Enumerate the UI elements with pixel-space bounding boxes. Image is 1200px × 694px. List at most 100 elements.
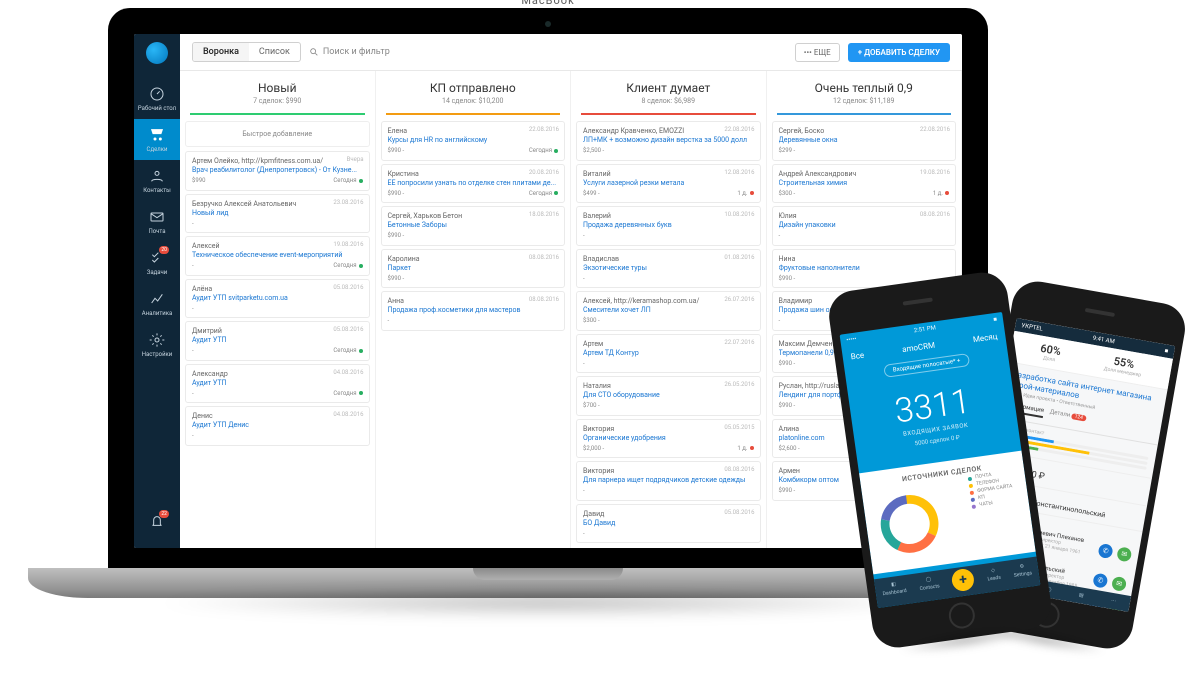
home-button[interactable] xyxy=(947,601,976,630)
deal-card[interactable]: 10.08.2016 Валерий Продажа деревянных бу… xyxy=(576,206,761,246)
deal-card[interactable]: 26.05.2016 Наталия Для СТО оборудование … xyxy=(576,376,761,416)
view-list[interactable]: Список xyxy=(249,43,300,61)
card-contact: Максим Демченко xyxy=(779,340,841,348)
deal-card[interactable]: 05.08.2016 Давид БО Давид - xyxy=(576,504,761,544)
nav-label: Задачи xyxy=(147,269,167,276)
deal-card[interactable]: 08.08.2016 Виктория Для парнера ищет под… xyxy=(576,461,761,501)
nav-deals[interactable]: Сделки xyxy=(134,119,180,160)
card-date: 26.07.2016 xyxy=(724,296,754,304)
card-title: Бетонные Заборы xyxy=(388,221,559,230)
chat-icon[interactable]: ✉ xyxy=(1111,576,1127,592)
card-amount: - xyxy=(583,360,585,368)
nav-contacts[interactable]: Контакты xyxy=(134,160,180,201)
card-date: 18.08.2016 xyxy=(529,211,559,219)
call-icon[interactable]: ✆ xyxy=(1098,543,1114,559)
deal-card[interactable]: 22.08.2016 Сергей, Боско Деревянные окна… xyxy=(772,121,957,161)
card-tag: Сегодня xyxy=(333,347,362,355)
tab-leads[interactable]: ◇Leads xyxy=(986,567,1002,588)
nav-desktop[interactable]: Рабочий стол xyxy=(134,78,180,119)
card-date: 01.08.2016 xyxy=(724,254,754,262)
card-amount: - xyxy=(583,530,585,538)
donut-chart xyxy=(870,484,949,563)
deal-card[interactable]: 22.07.2016 Артем Артем ТД Контур - xyxy=(576,334,761,374)
deal-card[interactable]: 05.08.2016 Алёна Аудит УТП svitparketu.c… xyxy=(185,279,370,319)
search-placeholder: Поиск и фильтр xyxy=(323,47,390,57)
deal-card[interactable]: 23.08.2016 Безручко Алексей Анатольевич … xyxy=(185,194,370,234)
column-title: Новый xyxy=(184,81,371,95)
card-contact: Валерий xyxy=(583,212,611,220)
card-amount: - xyxy=(583,487,585,495)
stat-share: 60%Доля xyxy=(1038,342,1062,364)
deal-card[interactable]: 19.08.2016 Алексей Техническое обеспечен… xyxy=(185,236,370,276)
card-title: Экзотические туры xyxy=(583,264,754,273)
card-contact: Артем Олейко, http://kpmfitness.com.ua/ xyxy=(192,157,323,165)
deal-card[interactable]: 26.07.2016 Алексей, http://keramashop.co… xyxy=(576,291,761,331)
tab-dashboard[interactable]: ◧Dashboard xyxy=(881,580,908,602)
card-contact: Алина xyxy=(779,425,800,433)
card-tag: Сегодня xyxy=(333,262,362,270)
chat-icon[interactable]: ✉ xyxy=(1116,546,1132,562)
deal-card[interactable]: 18.08.2016 Сергей, Харьков Бетон Бетонны… xyxy=(381,206,566,246)
column-title: Клиент думает xyxy=(575,81,762,95)
deal-card[interactable]: 19.08.2016 Андрей Александрович Строител… xyxy=(772,164,957,204)
deal-card[interactable]: 22.08.2016 Александр Кравченко, EMOZZI Л… xyxy=(576,121,761,161)
deal-card[interactable]: Вчера Артем Олейко, http://kpmfitness.co… xyxy=(185,151,370,191)
nav-analytics[interactable]: Аналитика xyxy=(134,283,180,324)
deal-card[interactable]: 08.08.2016 Анна Продажа проф.косметики д… xyxy=(381,291,566,331)
column-header: Новый 7 сделок: $990 xyxy=(180,71,375,111)
app-logo[interactable] xyxy=(146,42,168,64)
nav-mail[interactable]: Почта xyxy=(134,201,180,242)
deal-card[interactable]: 04.08.2016 Денис Аудит УТП Денис - xyxy=(185,406,370,446)
card-contact: Владислав xyxy=(583,255,619,263)
card-amount: - xyxy=(192,390,194,398)
tab-settings[interactable]: ⚙Settings xyxy=(1012,562,1033,583)
card-date: 26.05.2016 xyxy=(724,381,754,389)
card-title: Аудит УТП Денис xyxy=(192,421,363,430)
tab-item[interactable]: ⋯ xyxy=(1111,598,1117,605)
tasks-icon: 20 xyxy=(148,249,166,267)
deal-card[interactable]: 08.08.2016 Юлия Дизайн упаковки - xyxy=(772,206,957,246)
call-icon[interactable]: ✆ xyxy=(1092,573,1108,589)
deal-card[interactable]: 08.08.2016 Каролина Паркет $990 - xyxy=(381,249,566,289)
mail-icon xyxy=(148,208,166,226)
column-meta: 8 сделок: $6,989 xyxy=(575,97,762,105)
card-tag: Сегодня xyxy=(529,147,558,155)
nav-label: Аналитика xyxy=(142,310,172,317)
deal-card[interactable]: 01.08.2016 Владислав Экзотические туры - xyxy=(576,249,761,289)
deal-card[interactable]: 12.08.2016 Виталий Услуги лазерной резки… xyxy=(576,164,761,204)
nav-label: Почта xyxy=(148,228,165,235)
tab-item[interactable]: ▤ xyxy=(1078,592,1084,599)
deal-card[interactable]: 04.08.2016 Александр Аудит УТП - Сегодня xyxy=(185,364,370,404)
card-date: 19.08.2016 xyxy=(333,241,363,249)
tab-details[interactable]: Детали 124 xyxy=(1048,408,1086,425)
quick-add[interactable]: Быстрое добавление xyxy=(185,121,370,147)
app-title: amoCRM xyxy=(902,341,936,355)
legend: ПОЧТАТЕЛЕФОНФОРМА САЙТАКПЧАТЫ xyxy=(968,469,1015,510)
search-input[interactable]: Поиск и фильтр xyxy=(309,47,787,57)
tab-contacts[interactable]: ◯Contacts xyxy=(918,575,941,597)
add-deal-button[interactable]: + ДОБАВИТЬ СДЕЛКУ xyxy=(848,43,950,62)
kanban-column: Новый 7 сделок: $990 Быстрое добавление В… xyxy=(180,71,376,548)
deal-card[interactable]: 22.08.2016 Елена Курсы для HR по английс… xyxy=(381,121,566,161)
view-funnel[interactable]: Воронка xyxy=(193,43,249,61)
stat-manager: 55%Доля менеджер xyxy=(1103,353,1143,378)
deal-card[interactable]: 05.08.2016 Дмитрий Аудит УТП - Сегодня xyxy=(185,321,370,361)
period-picker[interactable]: Месяц xyxy=(972,332,998,344)
deal-card[interactable]: 05.05.2015 Виктория Органические удобрен… xyxy=(576,419,761,459)
fab-add[interactable]: + xyxy=(951,568,976,593)
card-amount: $990 - xyxy=(779,487,796,495)
kanban-column: КП отправлено 14 сделок: $10,200 22.08.2… xyxy=(376,71,572,548)
deal-card[interactable]: 20.08.2016 Кристина ЕЕ попросили узнать … xyxy=(381,164,566,204)
nav-settings[interactable]: Настройки xyxy=(134,324,180,365)
filter-all[interactable]: Все xyxy=(850,351,865,362)
nav-notifications[interactable]: 22 xyxy=(134,506,180,538)
card-contact: Алексей xyxy=(192,242,220,250)
card-amount: $990 - xyxy=(779,275,796,283)
card-title: Курсы для HR по английскому xyxy=(388,136,559,145)
card-date: 05.08.2016 xyxy=(333,326,363,334)
card-date: 19.08.2016 xyxy=(920,169,950,177)
nav-tasks[interactable]: 20 Задачи xyxy=(134,242,180,283)
column-meta: 7 сделок: $990 xyxy=(184,97,371,105)
more-button[interactable]: ••• ЕЩЕ xyxy=(795,43,840,62)
card-contact: Александр Кравченко, EMOZZI xyxy=(583,127,684,135)
